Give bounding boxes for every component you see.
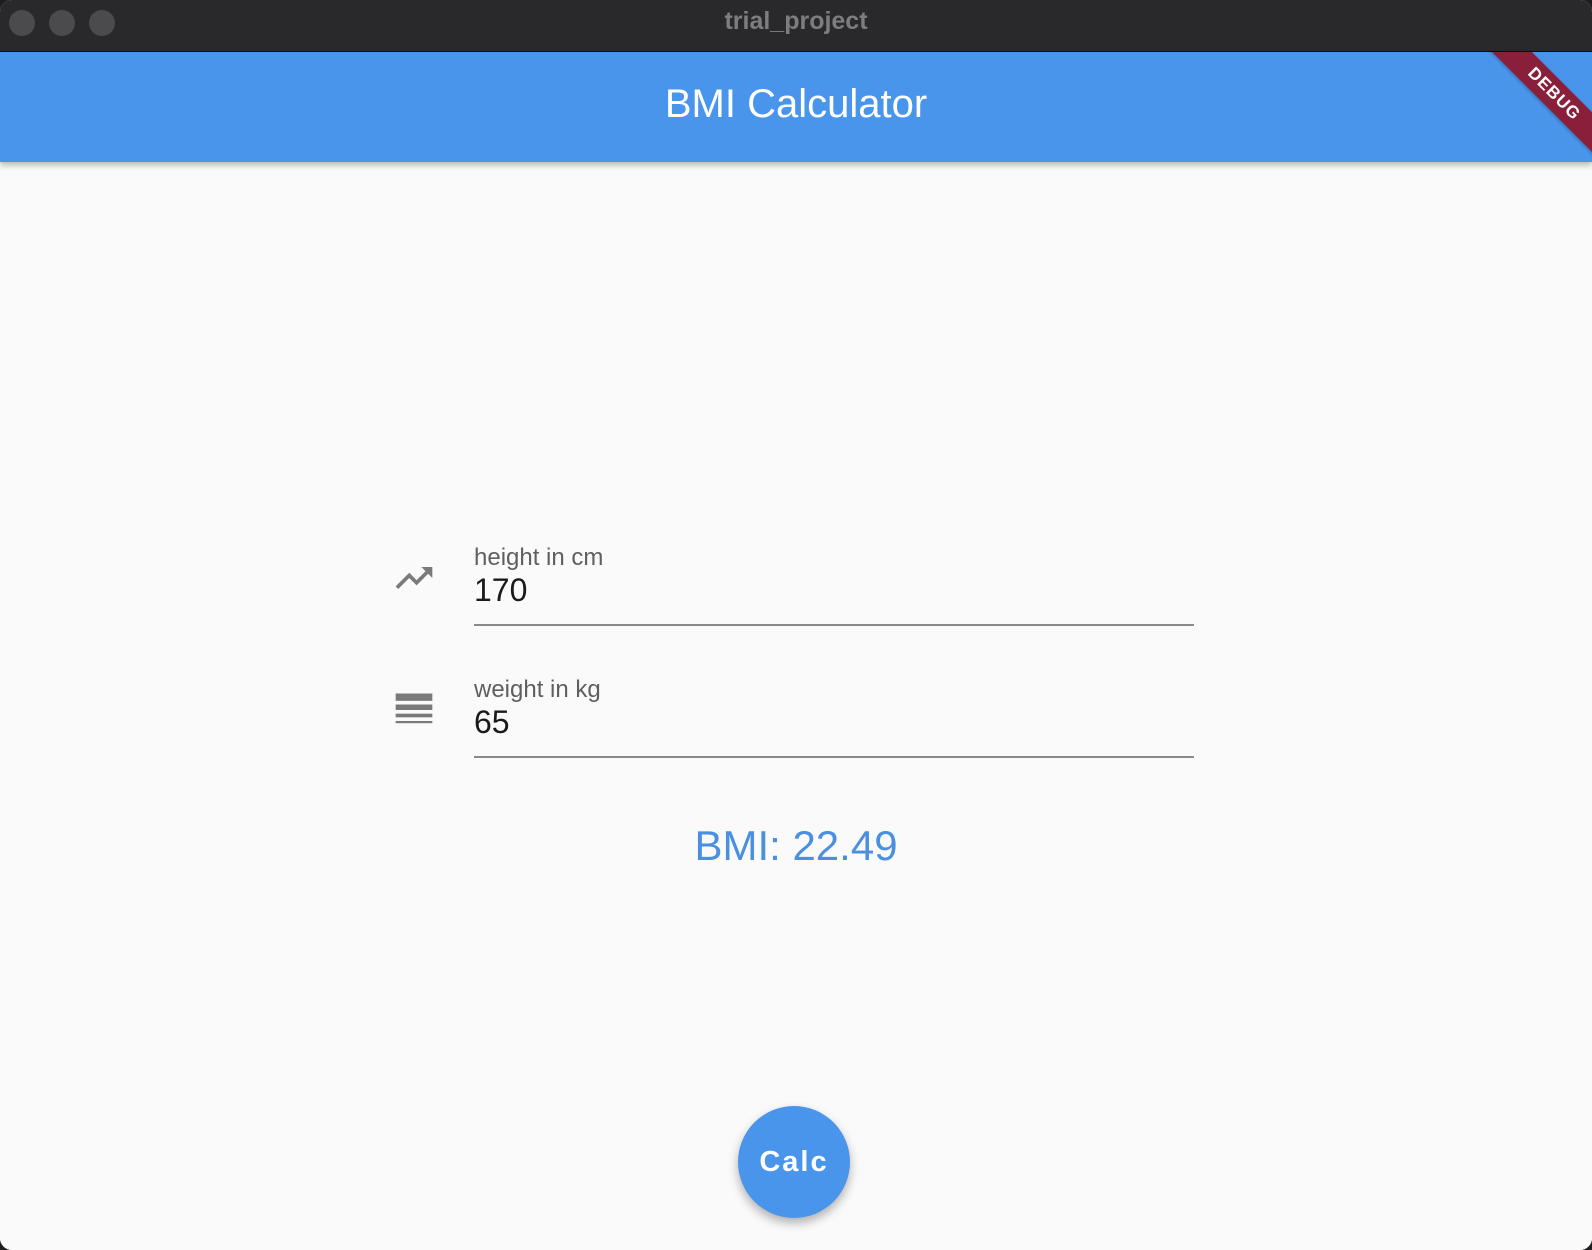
window-title: trial_project xyxy=(724,7,868,35)
debug-banner-label: DEBUG xyxy=(1487,52,1592,161)
height-input-label: height in cm xyxy=(474,544,604,571)
weight-input-value[interactable]: 65 xyxy=(474,704,510,741)
height-input-value[interactable]: 170 xyxy=(474,572,527,609)
main-content: height in cm 170 weight in kg 65 BMI: 22… xyxy=(0,162,1592,1250)
app-bar: BMI Calculator xyxy=(0,52,1592,162)
line-weight-icon xyxy=(392,688,436,732)
height-field-row: height in cm 170 xyxy=(392,542,1196,626)
debug-banner: DEBUG xyxy=(1480,52,1592,164)
calc-button-label: Calc xyxy=(759,1145,829,1178)
app-bar-title: BMI Calculator xyxy=(664,82,928,126)
weight-input[interactable]: weight in kg 65 xyxy=(474,674,1194,758)
window-titlebar[interactable]: trial_project xyxy=(0,0,1592,52)
trending-up-icon xyxy=(392,556,436,600)
weight-field-row: weight in kg 65 xyxy=(392,674,1196,758)
bmi-result-text: BMI: 22.49 xyxy=(694,822,898,869)
calc-button[interactable]: Calc xyxy=(738,1106,850,1218)
height-input[interactable]: height in cm 170 xyxy=(474,542,1194,626)
app-window: trial_project BMI Calculator DEBUG heigh… xyxy=(0,0,1592,1250)
weight-input-label: weight in kg xyxy=(474,676,601,703)
